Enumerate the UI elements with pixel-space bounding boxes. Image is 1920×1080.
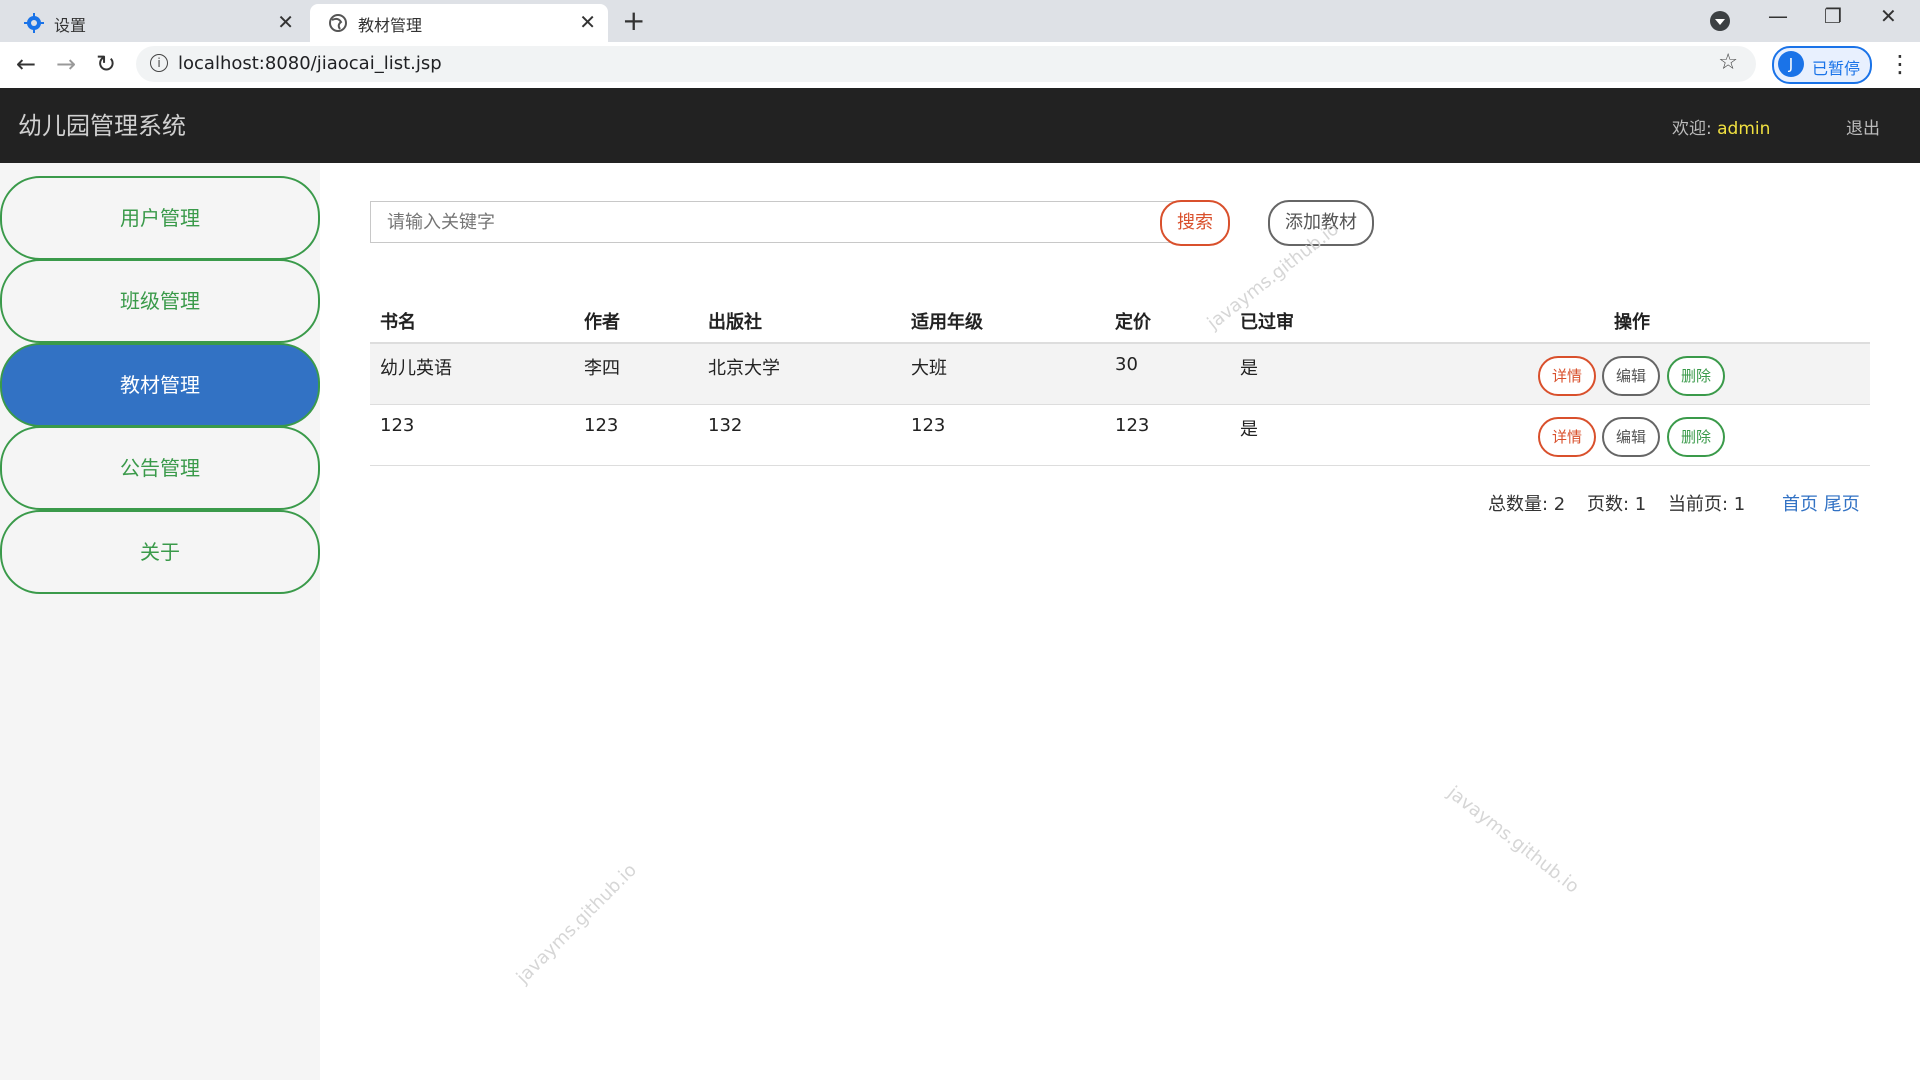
cell-price: 30 [1115, 354, 1138, 375]
cell-approved: 是 [1240, 358, 1258, 379]
info-icon[interactable]: i [150, 54, 168, 72]
watermark: javayms.github.io [1443, 782, 1583, 898]
current-page: 当前页: 1 [1668, 494, 1746, 515]
first-page-link[interactable]: 首页 [1782, 494, 1818, 515]
header-actions: 操作 [1614, 312, 1650, 333]
delete-button[interactable]: 删除 [1667, 356, 1725, 396]
tab-search-icon[interactable] [1710, 11, 1730, 31]
edit-button[interactable]: 编辑 [1602, 417, 1660, 457]
header-author: 作者 [584, 312, 620, 333]
url-text: localhost:8080/jiaocai_list.jsp [178, 53, 442, 74]
page-count: 页数: 1 [1587, 494, 1647, 515]
header-grade: 适用年级 [911, 312, 983, 333]
new-tab-button[interactable]: + [622, 6, 645, 36]
detail-button[interactable]: 详情 [1538, 417, 1596, 457]
profile-status: 已暂停 [1812, 59, 1861, 78]
close-icon[interactable]: ✕ [277, 10, 294, 34]
gear-icon [24, 13, 44, 33]
header-approved: 已过审 [1240, 312, 1294, 333]
cell-publisher: 北京大学 [708, 358, 780, 379]
edit-button[interactable]: 编辑 [1602, 356, 1660, 396]
sidebar: 用户管理 班级管理 教材管理 公告管理 关于 [0, 163, 320, 1080]
cell-approved: 是 [1240, 419, 1258, 440]
last-page-link[interactable]: 尾页 [1824, 494, 1860, 515]
watermark: javayms.github.io [512, 859, 641, 988]
avatar: J [1778, 51, 1804, 77]
window-close-icon[interactable]: ✕ [1880, 4, 1897, 28]
sidebar-item-notices[interactable]: 公告管理 [0, 426, 320, 510]
search-button[interactable]: 搜索 [1160, 200, 1230, 246]
forward-icon[interactable]: → [56, 50, 76, 78]
browser-tab-bar: 设置 ✕ 教材管理 ✕ + — ❐ ✕ [0, 0, 1920, 42]
header-price: 定价 [1115, 312, 1151, 333]
pagination-links: 首页 尾页 [1782, 490, 1860, 516]
search-input[interactable] [370, 201, 1194, 243]
table-row: 123 123 132 123 123 是 详情 编辑 删除 [370, 405, 1870, 466]
restore-icon[interactable]: ❐ [1824, 4, 1842, 28]
logout-link[interactable]: 退出 [1846, 114, 1880, 139]
cell-grade: 123 [911, 415, 946, 436]
sidebar-item-users[interactable]: 用户管理 [0, 176, 320, 260]
textbook-table: 书名 作者 出版社 适用年级 定价 已过审 操作 幼儿英语 李四 北京大学 大班… [370, 298, 1870, 466]
welcome-text: 欢迎: admin [1672, 114, 1770, 139]
more-menu-icon[interactable]: ⋮ [1888, 50, 1912, 78]
cell-author: 李四 [584, 358, 620, 379]
header-title: 书名 [380, 312, 416, 333]
delete-button[interactable]: 删除 [1667, 417, 1725, 457]
welcome-label: 欢迎: [1672, 119, 1712, 139]
browser-tab-jiaocai[interactable]: 教材管理 ✕ [310, 4, 608, 42]
sidebar-item-about[interactable]: 关于 [0, 510, 320, 594]
total-count: 总数量: 2 [1488, 494, 1566, 515]
tab-title: 设置 [54, 16, 87, 35]
cell-publisher: 132 [708, 415, 743, 436]
bookmark-star-icon[interactable]: ☆ [1718, 50, 1738, 75]
cell-title: 123 [380, 415, 415, 436]
reload-icon[interactable]: ↻ [96, 50, 116, 78]
app-header: 幼儿园管理系统 欢迎: admin 退出 [0, 88, 1920, 163]
cell-grade: 大班 [911, 358, 947, 379]
cell-author: 123 [584, 415, 619, 436]
close-icon[interactable]: ✕ [579, 10, 596, 34]
sidebar-item-textbooks[interactable]: 教材管理 [0, 343, 320, 427]
header-publisher: 出版社 [708, 312, 762, 333]
browser-toolbar: ← → ↻ i localhost:8080/jiaocai_list.jsp … [0, 42, 1920, 89]
app-title: 幼儿园管理系统 [18, 112, 186, 140]
tab-title: 教材管理 [358, 16, 423, 35]
sidebar-item-classes[interactable]: 班级管理 [0, 259, 320, 343]
minimize-icon[interactable]: — [1768, 4, 1788, 28]
table-header: 书名 作者 出版社 适用年级 定价 已过审 操作 [370, 298, 1870, 344]
cell-price: 123 [1115, 415, 1150, 436]
profile-button[interactable]: J 已暂停 [1772, 46, 1872, 84]
username: admin [1717, 119, 1771, 139]
cell-title: 幼儿英语 [380, 358, 452, 379]
back-icon[interactable]: ← [16, 50, 36, 78]
detail-button[interactable]: 详情 [1538, 356, 1596, 396]
address-bar[interactable]: i localhost:8080/jiaocai_list.jsp ☆ [136, 46, 1756, 82]
browser-tab-settings[interactable]: 设置 ✕ [6, 4, 306, 42]
globe-icon [329, 14, 347, 32]
table-row: 幼儿英语 李四 北京大学 大班 30 是 详情 编辑 删除 [370, 344, 1870, 405]
